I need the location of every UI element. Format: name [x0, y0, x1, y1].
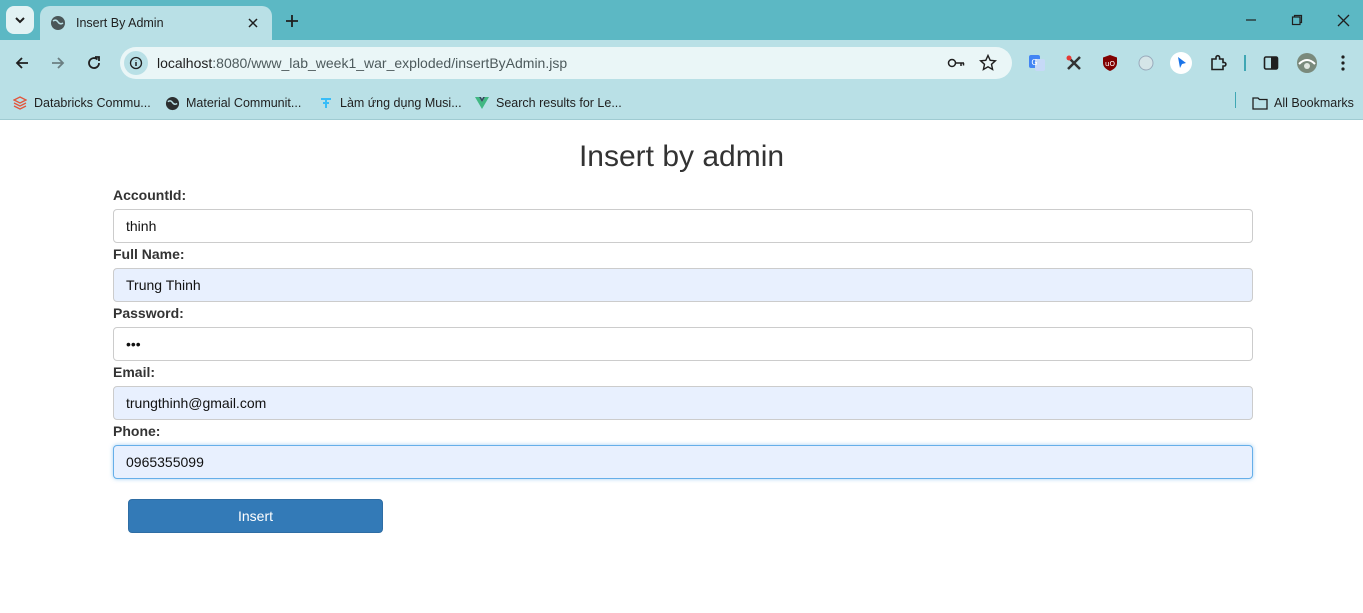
url-text[interactable]: localhost:8080/www_lab_week1_war_explode…	[157, 55, 567, 71]
bookmark-item[interactable]: Làm ứng dụng Musi...	[318, 92, 462, 114]
tab-title: Insert By Admin	[76, 16, 164, 30]
menu-kebab-icon[interactable]	[1332, 52, 1354, 74]
bookmark-label: Databricks Commu...	[34, 96, 151, 110]
account-id-input[interactable]: thinh	[113, 209, 1253, 243]
extensions-puzzle-icon[interactable]	[1207, 52, 1229, 74]
cursor-extension-icon[interactable]	[1170, 52, 1192, 74]
tab-strip: Insert By Admin	[0, 0, 1363, 40]
phone-label: Phone:	[113, 423, 161, 439]
bookmark-label: Material Communit...	[186, 96, 302, 110]
full-name-label: Full Name:	[113, 246, 185, 262]
minimize-icon[interactable]	[1239, 8, 1263, 32]
email-label: Email:	[113, 364, 156, 380]
databricks-icon	[12, 95, 28, 111]
active-tab[interactable]: Insert By Admin	[40, 6, 272, 40]
full-name-input[interactable]: Trung Thinh	[113, 268, 1253, 302]
svg-text:uO: uO	[1105, 60, 1115, 68]
password-label: Password:	[113, 305, 184, 321]
bookmark-item[interactable]: Search results for Le...	[474, 92, 622, 114]
bookmark-label: Làm ứng dụng Musi...	[340, 96, 462, 110]
account-id-label: AccountId:	[113, 187, 187, 203]
forward-arrow-icon[interactable]	[45, 50, 71, 76]
bookmark-label: Search results for Le...	[496, 96, 622, 110]
globe-icon	[50, 15, 66, 31]
phone-input[interactable]: 0965355099	[113, 445, 1253, 479]
svg-text:G: G	[1031, 58, 1037, 67]
all-bookmarks[interactable]: All Bookmarks	[1252, 92, 1354, 114]
chevron-down-icon	[15, 17, 25, 24]
new-tab-icon[interactable]	[281, 10, 303, 32]
tab-search-button[interactable]	[6, 6, 34, 34]
address-bar[interactable]: localhost:8080/www_lab_week1_war_explode…	[120, 47, 1012, 79]
page-title: Insert by admin	[578, 140, 785, 173]
email-input[interactable]: trungthinh@gmail.com	[113, 386, 1253, 420]
star-icon[interactable]	[978, 53, 998, 73]
bookmarks-bar: Databricks Commu... Material Communit...…	[0, 86, 1363, 120]
all-bookmarks-label: All Bookmarks	[1274, 96, 1354, 110]
translate-extension-icon[interactable]: G	[1026, 52, 1048, 74]
close-tab-icon[interactable]	[244, 14, 262, 32]
reload-icon[interactable]	[81, 50, 107, 76]
profile-avatar-icon[interactable]	[1296, 52, 1318, 74]
side-panel-icon[interactable]	[1260, 52, 1282, 74]
key-icon[interactable]	[946, 53, 966, 73]
ublock-extension-icon[interactable]: uO	[1099, 52, 1121, 74]
url-host: localhost	[157, 55, 213, 71]
bookmark-item[interactable]: Material Communit...	[164, 92, 301, 114]
folder-icon	[1252, 95, 1268, 111]
bookmarks-separator	[1235, 92, 1236, 108]
toolbar-separator	[1244, 55, 1246, 71]
browser-toolbar: localhost:8080/www_lab_week1_war_explode…	[0, 40, 1363, 86]
site-info-icon[interactable]	[124, 51, 148, 75]
restore-icon[interactable]	[1285, 8, 1309, 32]
insert-button[interactable]: Insert	[128, 499, 383, 533]
globe-icon	[164, 95, 180, 111]
vue-icon	[474, 95, 490, 111]
tools-extension-icon[interactable]	[1063, 52, 1085, 74]
password-input[interactable]: •••	[113, 327, 1253, 361]
back-arrow-icon[interactable]	[9, 50, 35, 76]
tailwind-icon	[318, 95, 334, 111]
close-window-icon[interactable]	[1331, 8, 1355, 32]
bookmark-item[interactable]: Databricks Commu...	[12, 92, 151, 114]
url-path: :8080/www_lab_week1_war_exploded/insertB…	[212, 55, 568, 71]
compass-extension-icon[interactable]	[1135, 52, 1157, 74]
